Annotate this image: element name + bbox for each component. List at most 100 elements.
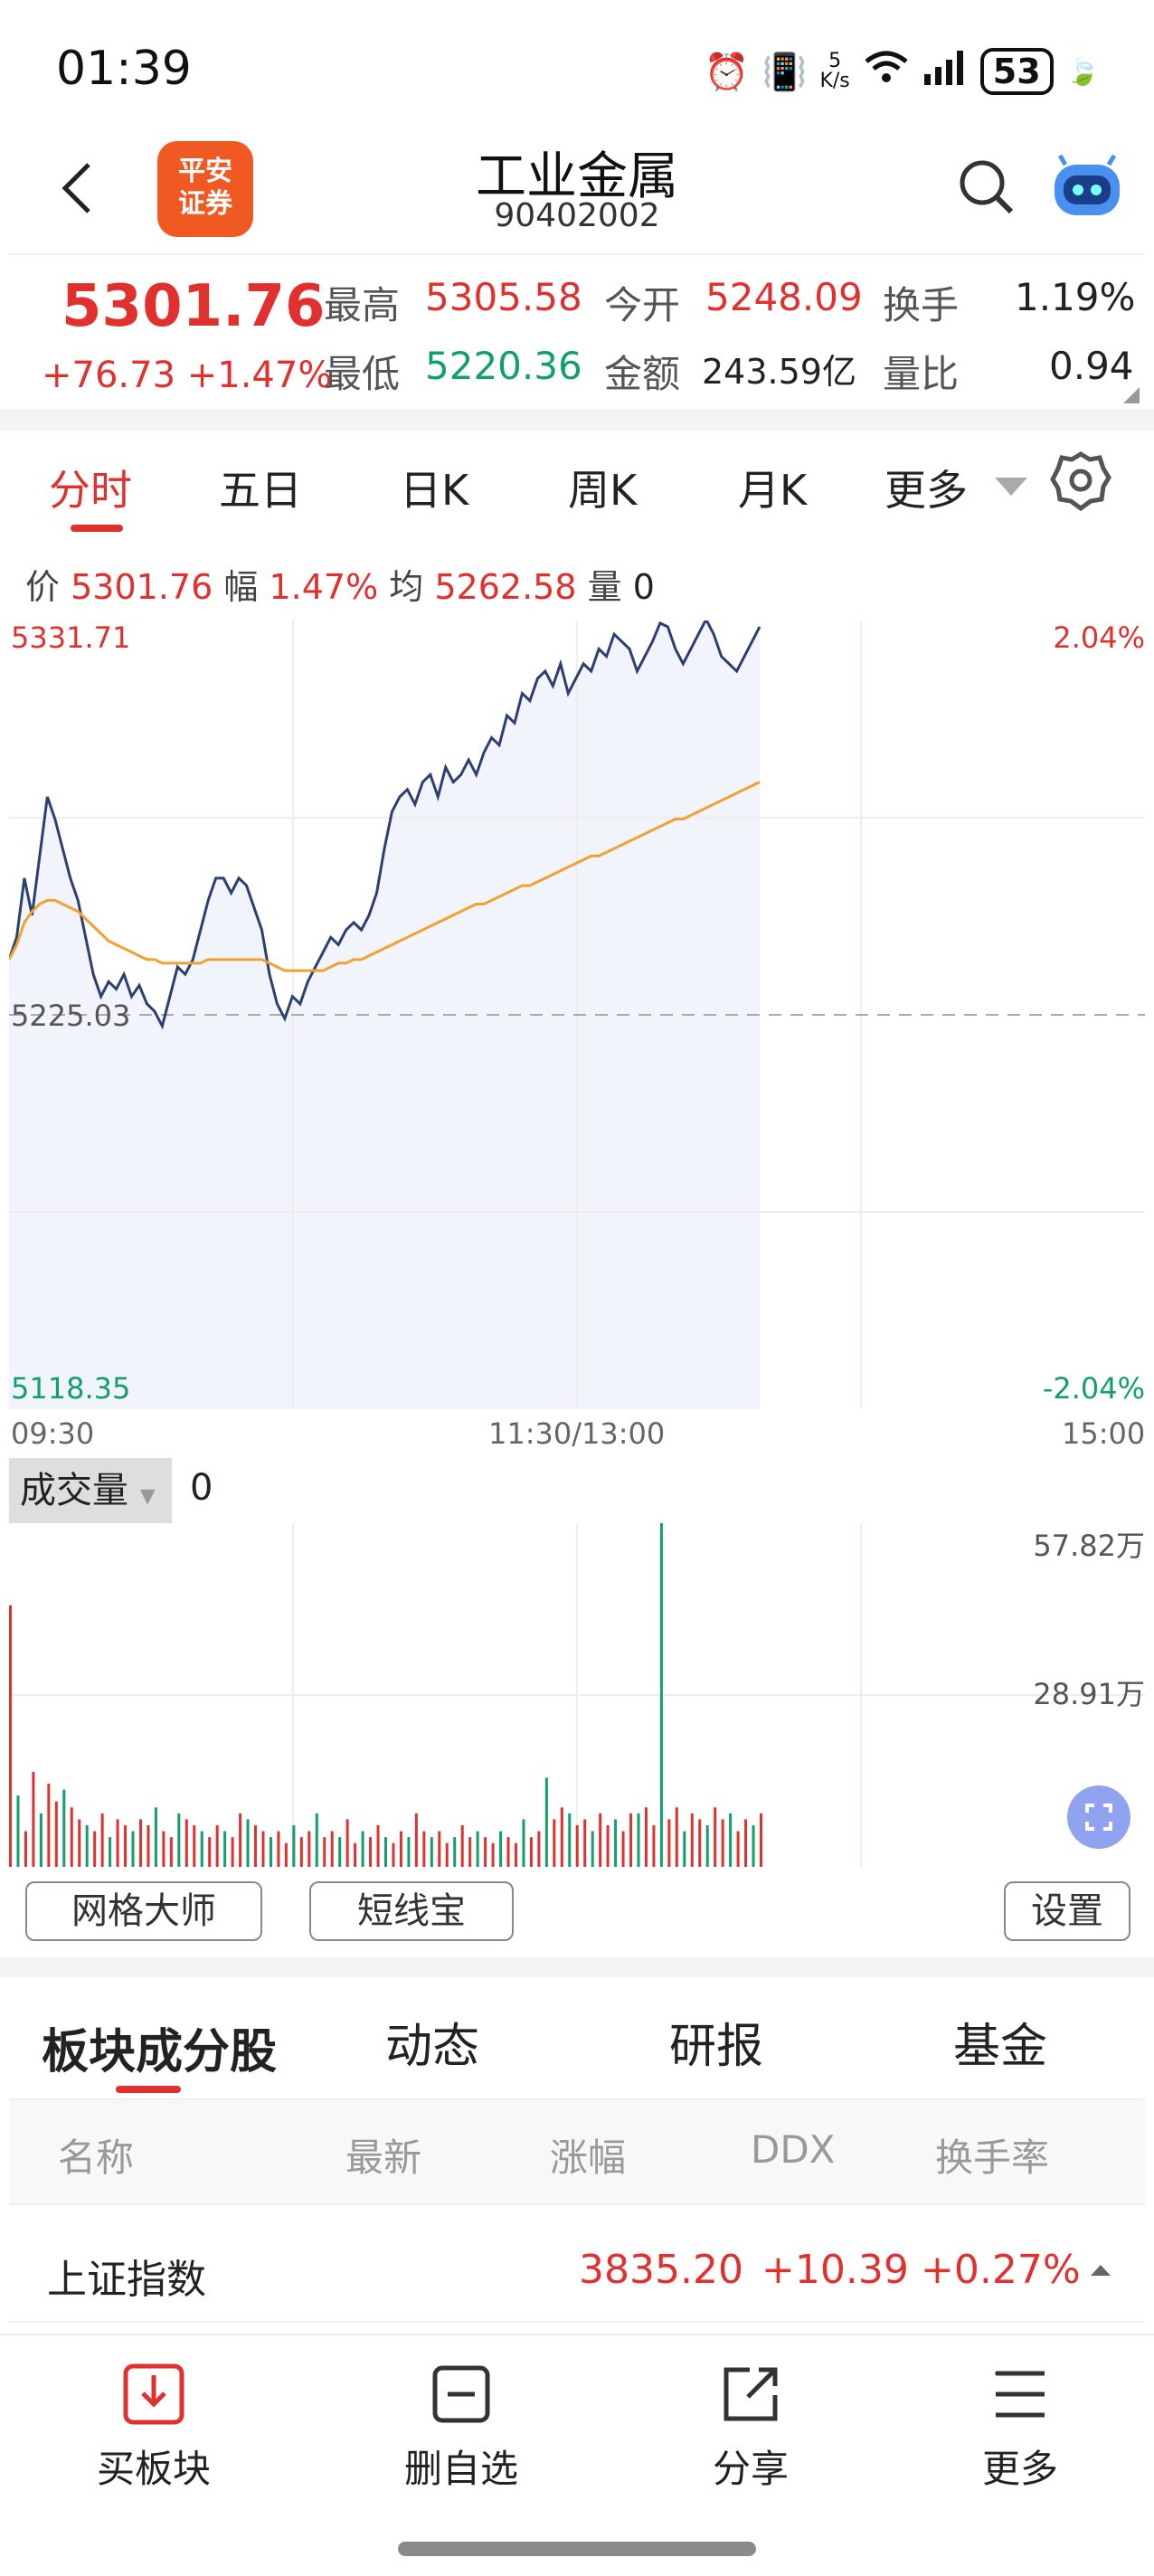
row-last: 3835.20 bbox=[579, 2247, 743, 2293]
volume-bar bbox=[652, 1824, 656, 1867]
col-name[interactable]: 名称 bbox=[58, 2127, 134, 2183]
nav-remove-watchlist[interactable]: 删自选 bbox=[371, 2353, 552, 2494]
low-label: 最低 bbox=[324, 352, 401, 396]
volume-bar bbox=[78, 1819, 81, 1867]
volume-bar bbox=[315, 1813, 318, 1867]
volume-bar bbox=[330, 1831, 334, 1867]
volume-ratio-value: 0.94 bbox=[1049, 344, 1134, 388]
x-tick-close: 15:00 bbox=[1062, 1416, 1146, 1451]
tab-intraday[interactable]: 分时 bbox=[49, 458, 132, 517]
volume-bar bbox=[384, 1837, 387, 1867]
volume-bar bbox=[606, 1824, 610, 1867]
volume-bar bbox=[614, 1819, 618, 1867]
row-name: 上证指数 bbox=[47, 2257, 206, 2303]
low-value: 5220.36 bbox=[425, 344, 582, 388]
tab-funds[interactable]: 基金 bbox=[953, 2008, 1047, 2076]
volume-bar bbox=[231, 1837, 234, 1867]
expand-corner-icon[interactable] bbox=[1123, 387, 1140, 403]
volume-bar bbox=[392, 1842, 395, 1867]
volume-bar bbox=[277, 1831, 280, 1867]
volume-bar bbox=[62, 1789, 66, 1867]
col-ddx[interactable]: DDX bbox=[751, 2127, 835, 2172]
info-avg: 5262.58 bbox=[434, 567, 577, 607]
tab-five-day[interactable]: 五日 bbox=[219, 458, 302, 517]
volume-bar bbox=[292, 1824, 296, 1867]
home-indicator[interactable] bbox=[398, 2542, 756, 2556]
vibrate-icon: 📳 bbox=[761, 51, 808, 93]
volume-bar bbox=[254, 1824, 258, 1867]
chevron-down-icon[interactable] bbox=[995, 478, 1027, 496]
volume-bar bbox=[445, 1842, 449, 1867]
nav-share[interactable]: 分享 bbox=[660, 2353, 841, 2494]
volume-bar bbox=[9, 1605, 12, 1867]
volume-chart[interactable]: 57.82万 28.91万 bbox=[9, 1510, 1145, 1867]
volume-bar bbox=[407, 1837, 411, 1867]
volume-selector[interactable]: 成交量 ▼ bbox=[9, 1458, 172, 1523]
current-price: 5301.76 bbox=[61, 273, 326, 340]
tab-monthly-k[interactable]: 月K bbox=[738, 458, 807, 517]
grid-master-button[interactable]: 网格大师 bbox=[25, 1881, 262, 1941]
volume-bar bbox=[476, 1831, 479, 1867]
fullscreen-icon[interactable] bbox=[1067, 1785, 1130, 1849]
y-max-label: 5331.71 bbox=[11, 620, 131, 655]
volume-bar bbox=[47, 1783, 51, 1867]
nav-more-label: 更多 bbox=[981, 2447, 1058, 2491]
volume-bar bbox=[599, 1813, 602, 1867]
volume-bar bbox=[193, 1824, 196, 1867]
volume-bar bbox=[215, 1824, 219, 1867]
volume-label: 成交量 bbox=[20, 1470, 128, 1511]
index-row[interactable]: 上证指数 3835.20 +10.39 +0.27% bbox=[9, 2214, 1145, 2323]
col-latest[interactable]: 最新 bbox=[345, 2127, 421, 2183]
short-line-button[interactable]: 短线宝 bbox=[309, 1881, 514, 1941]
volume-bar bbox=[93, 1831, 97, 1867]
info-range: 1.47% bbox=[269, 567, 379, 607]
menu-icon bbox=[930, 2353, 1111, 2435]
volume-bar bbox=[644, 1807, 648, 1867]
volume-bar bbox=[261, 1831, 265, 1867]
volume-bar bbox=[675, 1807, 678, 1867]
amount-label: 金额 bbox=[604, 352, 681, 396]
search-icon[interactable] bbox=[955, 156, 1018, 223]
volume-bar bbox=[369, 1837, 373, 1867]
volume-bar bbox=[667, 1819, 671, 1867]
tab-daily-k[interactable]: 日K bbox=[400, 458, 468, 517]
intraday-chart[interactable]: 5331.71 5225.03 5118.35 2.04% -2.04% bbox=[7, 552, 1145, 1409]
info-price-label: 价 bbox=[25, 567, 61, 607]
tab-components[interactable]: 板块成分股 bbox=[42, 2013, 277, 2081]
collapse-arrow-icon[interactable] bbox=[1091, 2265, 1111, 2276]
tab-news[interactable]: 动态 bbox=[385, 2008, 479, 2076]
volume-bar bbox=[553, 1819, 556, 1867]
download-icon bbox=[63, 2353, 244, 2435]
tab-research[interactable]: 研报 bbox=[669, 2008, 763, 2076]
robot-assistant-icon[interactable] bbox=[1049, 154, 1125, 226]
settings-button[interactable]: 设置 bbox=[1004, 1881, 1130, 1941]
volume-header: 成交量 ▼ 0 bbox=[9, 1458, 1145, 1523]
status-bar: 01:39 ⏰ 📳 5 K/s 53 🍃 bbox=[0, 0, 1154, 136]
volume-bar bbox=[637, 1813, 640, 1867]
leaf-icon: 🍃 bbox=[1065, 55, 1100, 88]
tab-more[interactable]: 更多 bbox=[884, 458, 968, 517]
signal-icon bbox=[922, 49, 968, 94]
volume-bar bbox=[39, 1813, 43, 1867]
row-pct: +0.27% bbox=[921, 2247, 1081, 2293]
quote-panel: 5301.76 +76.73 +1.47% 最高 5305.58 今开 5248… bbox=[9, 253, 1145, 409]
col-change[interactable]: 涨幅 bbox=[550, 2127, 626, 2183]
battery-icon: 53 bbox=[979, 48, 1054, 95]
nav-buy-sector[interactable]: 买板块 bbox=[63, 2353, 244, 2494]
volume-bar bbox=[591, 1831, 594, 1867]
volume-bar bbox=[284, 1842, 288, 1867]
volume-bar bbox=[116, 1819, 119, 1867]
volume-bar bbox=[438, 1831, 441, 1867]
volume-bar bbox=[24, 1831, 27, 1867]
volume-bar bbox=[491, 1842, 495, 1867]
price-change: +76.73 +1.47% bbox=[42, 355, 333, 396]
gear-icon[interactable] bbox=[1049, 449, 1112, 516]
volume-bar bbox=[468, 1837, 472, 1867]
col-turnover[interactable]: 换手率 bbox=[935, 2127, 1049, 2183]
open-label: 今开 bbox=[604, 283, 681, 327]
nav-more[interactable]: 更多 bbox=[930, 2353, 1111, 2494]
y-min-label: 5118.35 bbox=[11, 1371, 131, 1406]
volume-bar bbox=[736, 1831, 740, 1867]
tab-weekly-k[interactable]: 周K bbox=[568, 458, 637, 517]
network-speed: 5 K/s bbox=[819, 52, 849, 91]
